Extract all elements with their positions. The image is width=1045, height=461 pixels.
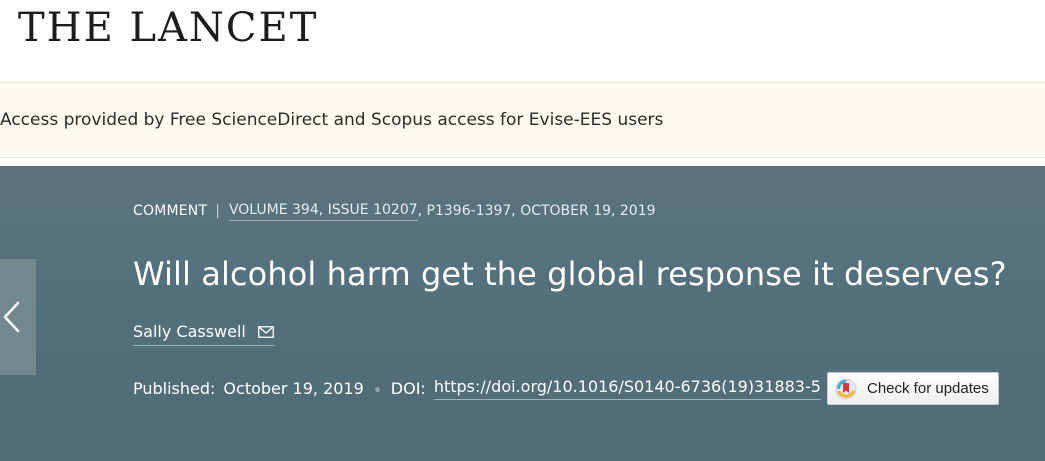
access-banner: Access provided by Free ScienceDirect an… [0, 82, 1045, 158]
article-type: COMMENT [133, 203, 208, 219]
crossmark-icon [835, 378, 857, 399]
access-text: Access provided by Free ScienceDirect an… [0, 110, 664, 130]
author-link[interactable]: Sally Casswell [133, 322, 274, 346]
article-meta: COMMENT | VOLUME 394, ISSUE 10207 , P139… [133, 201, 656, 221]
pages-date: , P1396-1397, OCTOBER 19, 2019 [417, 203, 656, 219]
previous-article-button[interactable] [0, 259, 36, 375]
author-name: Sally Casswell [133, 322, 246, 341]
doi-label: DOI: [390, 378, 426, 398]
volume-issue-link[interactable]: VOLUME 394, ISSUE 10207 [228, 201, 418, 221]
published-label: Published: [133, 378, 216, 398]
check-for-updates-button[interactable]: Check for updates [827, 372, 999, 405]
bullet-separator [374, 387, 380, 392]
site-header: THE LANCET [0, 0, 1045, 82]
publication-info: Published: October 19, 2019 DOI: https:/… [133, 377, 848, 400]
chevron-left-icon [3, 301, 20, 333]
article-title: Will alcohol harm get the global respons… [133, 255, 1007, 293]
doi-link[interactable]: https://doi.org/10.1016/S0140-6736(19)31… [433, 377, 821, 400]
meta-separator: | [215, 203, 220, 219]
check-for-updates-label: Check for updates [867, 380, 989, 397]
lancet-logo[interactable]: THE LANCET [18, 6, 318, 50]
published-date: October 19, 2019 [223, 378, 364, 398]
mail-icon [257, 326, 274, 338]
article-header: COMMENT | VOLUME 394, ISSUE 10207 , P139… [0, 166, 1045, 461]
header-divider [0, 158, 1045, 166]
